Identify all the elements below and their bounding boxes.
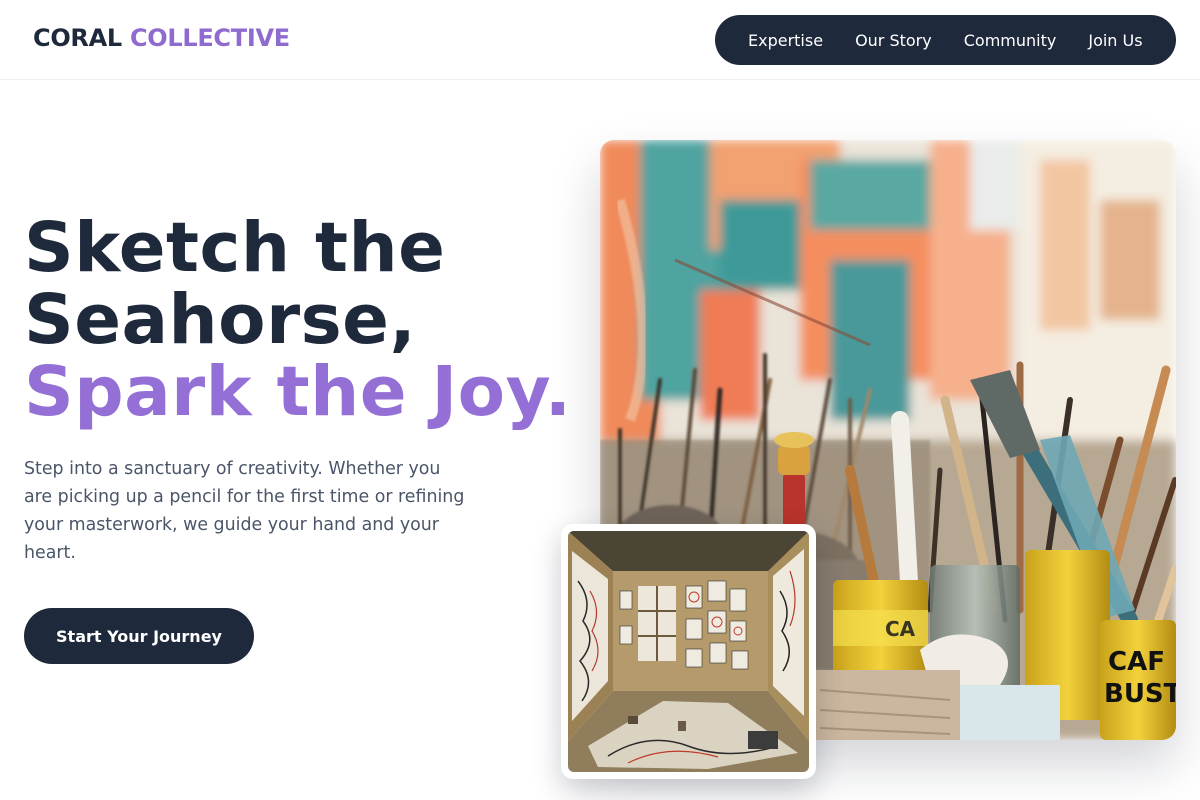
svg-text:CAF: CAF (1108, 647, 1165, 677)
svg-text:CA: CA (885, 617, 916, 641)
nav-link-expertise[interactable]: Expertise (748, 31, 823, 50)
nav-link-join-us[interactable]: Join Us (1088, 31, 1142, 50)
nav-link-our-story[interactable]: Our Story (855, 31, 932, 50)
hero-title: Sketch the Seahorse, Spark the Joy. (24, 212, 571, 428)
main-nav: Expertise Our Story Community Join Us (715, 15, 1176, 65)
start-journey-button[interactable]: Start Your Journey (24, 608, 254, 664)
logo-text-primary: CORAL (33, 24, 122, 52)
art-studio-room-illustration (568, 531, 809, 772)
hero-secondary-image (568, 531, 809, 772)
hero-title-line-2: Seahorse, (24, 280, 417, 360)
hero-description: Step into a sanctuary of creativity. Whe… (24, 459, 465, 563)
hero-secondary-image-frame (561, 524, 816, 779)
logo-text-accent: COLLECTIVE (129, 24, 290, 52)
hero-title-accent-line: Spark the Joy. (24, 352, 572, 432)
brand-logo[interactable]: CORAL COLLECTIVE (33, 24, 290, 52)
nav-link-community[interactable]: Community (964, 31, 1057, 50)
svg-text:BUST: BUST (1104, 679, 1176, 709)
site-header: CORAL COLLECTIVE Expertise Our Story Com… (0, 0, 1200, 80)
hero-title-line-1: Sketch the (24, 208, 446, 288)
